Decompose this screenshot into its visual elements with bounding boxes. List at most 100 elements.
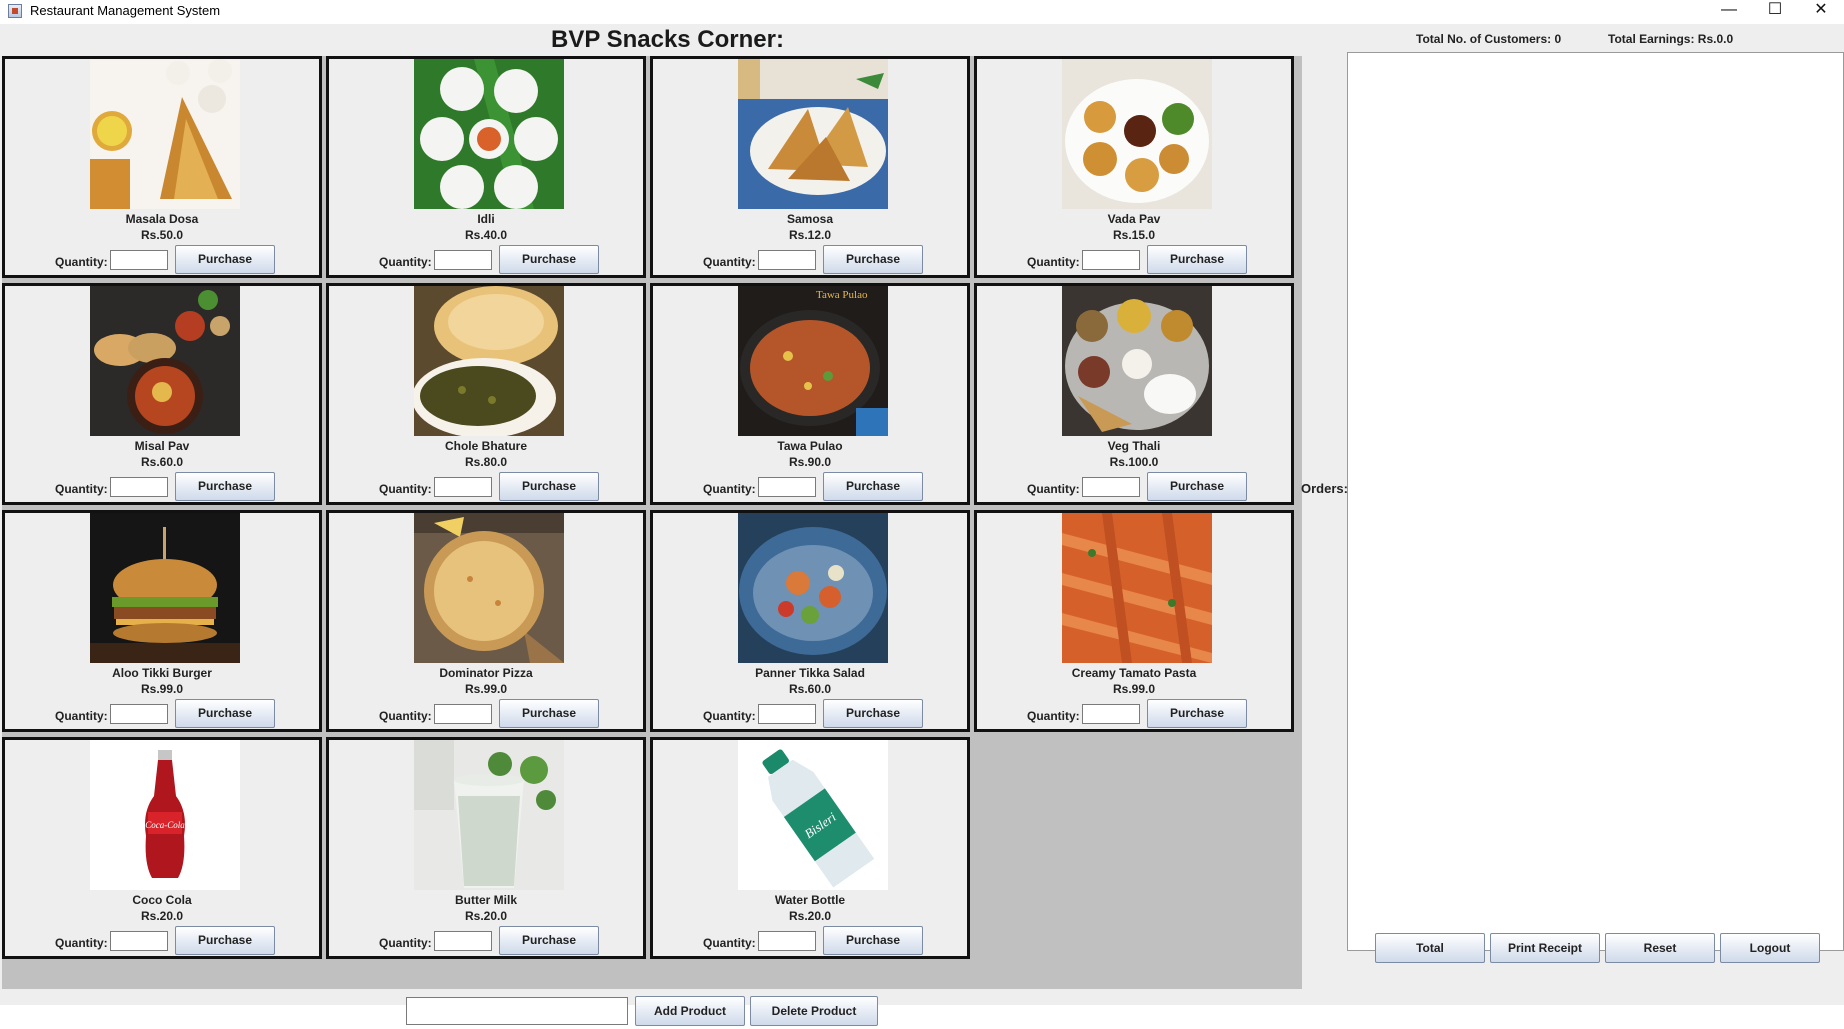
product-name: Butter Milk xyxy=(454,893,517,907)
product-card: Misal Pav Rs.60.0 Quantity: Purchase xyxy=(2,283,322,505)
product-price: Rs.60.0 xyxy=(788,682,832,696)
purchase-button[interactable]: Purchase xyxy=(175,699,275,728)
product-name: Aloo Tikki Burger xyxy=(112,666,212,680)
product-card: Idli Rs.40.0 Quantity: Purchase xyxy=(326,56,646,278)
quantity-input[interactable] xyxy=(758,931,816,951)
product-price: Rs.90.0 xyxy=(788,455,832,469)
purchase-button[interactable]: Purchase xyxy=(499,699,599,728)
product-price: Rs.50.0 xyxy=(140,228,184,242)
quantity-input[interactable] xyxy=(110,704,168,724)
quantity-input[interactable] xyxy=(110,931,168,951)
product-card: Coca-Cola Coco Cola Rs.20.0 Quantity: Pu… xyxy=(2,737,322,959)
title-bar: Restaurant Management System — ☐ ✕ xyxy=(0,0,1844,22)
product-price: Rs.100.0 xyxy=(1109,455,1159,469)
product-name: Coco Cola xyxy=(132,893,192,907)
logout-button[interactable]: Logout xyxy=(1720,933,1820,963)
product-name: Vada Pav xyxy=(1107,212,1161,226)
delete-product-button[interactable]: Delete Product xyxy=(750,996,878,1026)
quantity-input[interactable] xyxy=(758,704,816,724)
purchase-button[interactable]: Purchase xyxy=(1147,245,1247,274)
minimize-button[interactable]: — xyxy=(1706,0,1752,22)
quantity-label: Quantity: xyxy=(55,255,108,269)
purchase-button[interactable]: Purchase xyxy=(1147,472,1247,501)
quantity-label: Quantity: xyxy=(1027,482,1080,496)
product-image-chole-bhature xyxy=(414,286,564,436)
quantity-input[interactable] xyxy=(758,477,816,497)
purchase-button[interactable]: Purchase xyxy=(499,245,599,274)
product-price: Rs.99.0 xyxy=(140,682,184,696)
quantity-input[interactable] xyxy=(1082,250,1140,270)
quantity-label: Quantity: xyxy=(703,709,756,723)
quantity-label: Quantity: xyxy=(1027,709,1080,723)
product-image-idli xyxy=(414,59,564,209)
total-earnings-label: Total Earnings: Rs.0.0 xyxy=(1608,32,1734,46)
quantity-input[interactable] xyxy=(434,931,492,951)
orders-text-area[interactable] xyxy=(1347,52,1844,951)
product-price: Rs.20.0 xyxy=(464,909,508,923)
product-card: Samosa Rs.12.0 Quantity: Purchase xyxy=(650,56,970,278)
product-price: Rs.12.0 xyxy=(788,228,832,242)
purchase-button[interactable]: Purchase xyxy=(175,926,275,955)
quantity-input[interactable] xyxy=(434,704,492,724)
coca-cola-image-caption: Coca-Cola xyxy=(145,820,185,830)
quantity-input[interactable] xyxy=(1082,477,1140,497)
product-name: Tawa Pulao xyxy=(777,439,843,453)
purchase-button[interactable]: Purchase xyxy=(823,472,923,501)
product-name: Panner Tikka Salad xyxy=(755,666,865,680)
purchase-button[interactable]: Purchase xyxy=(823,245,923,274)
purchase-button[interactable]: Purchase xyxy=(499,926,599,955)
quantity-label: Quantity: xyxy=(1027,255,1080,269)
orders-label: Orders: xyxy=(1301,481,1348,496)
quantity-input[interactable] xyxy=(758,250,816,270)
product-card: Veg Thali Rs.100.0 Quantity: Purchase xyxy=(974,283,1294,505)
total-button[interactable]: Total xyxy=(1375,933,1485,963)
reset-button[interactable]: Reset xyxy=(1605,933,1715,963)
quantity-label: Quantity: xyxy=(55,936,108,950)
quantity-label: Quantity: xyxy=(703,255,756,269)
maximize-button[interactable]: ☐ xyxy=(1752,0,1798,22)
add-product-button[interactable]: Add Product xyxy=(635,996,745,1026)
close-button[interactable]: ✕ xyxy=(1798,0,1844,22)
quantity-input[interactable] xyxy=(1082,704,1140,724)
quantity-label: Quantity: xyxy=(379,255,432,269)
product-name: Samosa xyxy=(786,212,834,226)
product-image-water-bottle: Bisleri xyxy=(738,740,888,890)
quantity-input[interactable] xyxy=(434,250,492,270)
product-name: Masala Dosa xyxy=(125,212,199,226)
purchase-button[interactable]: Purchase xyxy=(823,926,923,955)
product-name: Water Bottle xyxy=(774,893,846,907)
quantity-label: Quantity: xyxy=(379,709,432,723)
product-card: Masala Dosa Rs.50.0 Quantity: Purchase xyxy=(2,56,322,278)
product-card: Vada Pav Rs.15.0 Quantity: Purchase xyxy=(974,56,1294,278)
quantity-input[interactable] xyxy=(110,250,168,270)
purchase-button[interactable]: Purchase xyxy=(823,699,923,728)
product-price: Rs.99.0 xyxy=(1112,682,1156,696)
product-price: Rs.40.0 xyxy=(464,228,508,242)
purchase-button[interactable]: Purchase xyxy=(499,472,599,501)
product-card: Tawa Pulao Tawa Pulao Rs.90.0 Quantity: … xyxy=(650,283,970,505)
product-name: Misal Pav xyxy=(134,439,190,453)
product-name: Chole Bhature xyxy=(444,439,527,453)
purchase-button[interactable]: Purchase xyxy=(175,245,275,274)
product-image-aloo-tikki-burger xyxy=(90,513,240,663)
product-name: Creamy Tamato Pasta xyxy=(1071,666,1197,680)
quantity-input[interactable] xyxy=(434,477,492,497)
purchase-button[interactable]: Purchase xyxy=(175,472,275,501)
product-image-dominator-pizza xyxy=(414,513,564,663)
product-grid: Masala Dosa Rs.50.0 Quantity: Purchase I… xyxy=(2,56,1302,989)
print-receipt-button[interactable]: Print Receipt xyxy=(1490,933,1600,963)
product-image-butter-milk xyxy=(414,740,564,890)
product-image-panner-tikka-salad xyxy=(738,513,888,663)
purchase-button[interactable]: Purchase xyxy=(1147,699,1247,728)
product-card: Creamy Tamato Pasta Rs.99.0 Quantity: Pu… xyxy=(974,510,1294,732)
product-image-masala-dosa xyxy=(90,59,240,209)
product-name: Dominator Pizza xyxy=(439,666,533,680)
new-product-input[interactable] xyxy=(406,997,628,1025)
quantity-label: Quantity: xyxy=(55,482,108,496)
window-title: Restaurant Management System xyxy=(30,3,221,18)
product-image-veg-thali xyxy=(1062,286,1212,436)
product-image-samosa xyxy=(738,59,888,209)
quantity-input[interactable] xyxy=(110,477,168,497)
product-image-coco-cola: Coca-Cola xyxy=(90,740,240,890)
product-price: Rs.15.0 xyxy=(1112,228,1156,242)
